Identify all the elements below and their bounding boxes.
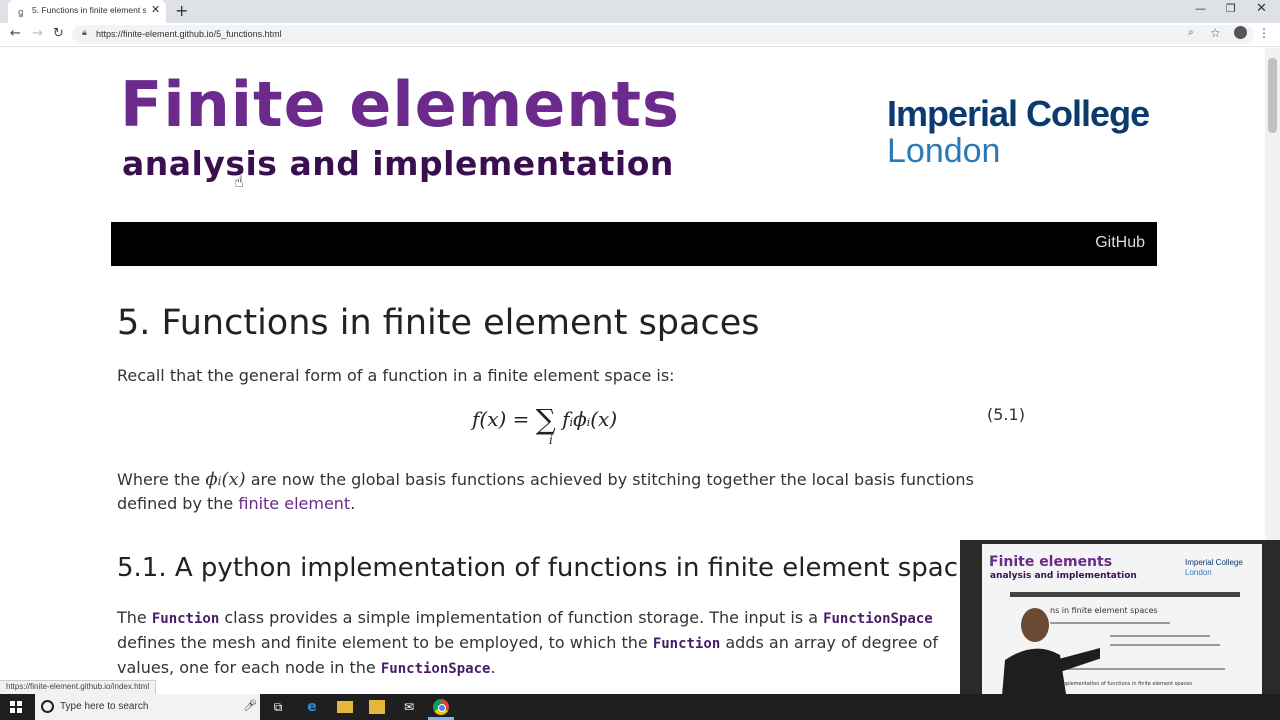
- code-function[interactable]: Function: [152, 611, 219, 627]
- taskbar-search-box[interactable]: Type here to search 🎤︎: [35, 694, 260, 720]
- bookmark-star-icon[interactable]: ☆: [1210, 26, 1221, 40]
- profile-icon[interactable]: [1234, 26, 1247, 39]
- hand-cursor-icon: ☝: [234, 172, 244, 191]
- windows-taskbar: Type here to search 🎤︎ ⧉ e ✉: [0, 694, 1280, 720]
- equation: f(x) = ∑ fiϕi(x): [472, 403, 618, 436]
- file-explorer-icon[interactable]: [337, 701, 353, 713]
- link-status-bar: https://finite-element.github.io/index.h…: [0, 680, 157, 694]
- chrome-icon[interactable]: [433, 699, 449, 715]
- task-view-icon[interactable]: ⧉: [270, 699, 286, 715]
- browser-tab[interactable]: ꬶ 5. Functions in finite element spa ✕: [8, 0, 166, 23]
- imperial-logo-line1[interactable]: Imperial College: [887, 93, 1150, 135]
- video-slide-title: Finite elements: [989, 554, 1113, 570]
- tab-bar: ꬶ 5. Functions in finite element spa ✕ +…: [0, 0, 1280, 23]
- where-line2-prefix: defined by the: [117, 494, 239, 513]
- equation-number: (5.1): [987, 405, 1025, 424]
- video-navbar: [1010, 592, 1240, 597]
- microphone-icon[interactable]: 🎤︎: [243, 699, 257, 712]
- scrollbar-thumb[interactable]: [1268, 58, 1277, 133]
- fn-line2-a: defines the mesh and finite element to b…: [117, 633, 653, 652]
- windows-start-icon[interactable]: [10, 701, 22, 713]
- new-tab-button[interactable]: +: [175, 1, 188, 20]
- close-window-icon[interactable]: ✕: [1256, 1, 1267, 16]
- fn-line1-b: class provides a simple implementation o…: [219, 608, 824, 627]
- site-logo-subtitle[interactable]: analysis and implementation: [122, 144, 674, 183]
- video-logo-line1: Imperial College: [1185, 558, 1243, 567]
- site-logo-title[interactable]: Finite elements: [120, 68, 680, 141]
- function-paragraph-line3: values, one for each node in the Functio…: [117, 658, 496, 677]
- imperial-logo-line2[interactable]: London: [887, 132, 1000, 171]
- function-paragraph-line1: The Function class provides a simple imp…: [117, 608, 933, 627]
- intro-paragraph: Recall that the general form of a functi…: [117, 366, 675, 385]
- equation-sum-index: i: [549, 433, 553, 447]
- code-functionspace[interactable]: FunctionSpace: [381, 661, 491, 677]
- url-text[interactable]: https://finite-element.github.io/5_funct…: [96, 29, 282, 39]
- fn-line2-b: adds an array of degree of: [720, 633, 939, 652]
- cortana-circle-icon: [41, 700, 54, 713]
- edge-browser-icon[interactable]: e: [304, 699, 320, 715]
- fn-line1-a: The: [117, 608, 152, 627]
- where-suffix: are now the global basis functions achie…: [245, 470, 974, 489]
- github-link[interactable]: GitHub: [1095, 234, 1145, 252]
- minimize-icon[interactable]: —: [1195, 2, 1206, 15]
- back-arrow-icon[interactable]: ←: [10, 26, 21, 41]
- lecture-video-overlay: Finite elements analysis and implementat…: [960, 540, 1280, 720]
- page-favicon-icon: ꬶ: [18, 8, 24, 18]
- restore-icon[interactable]: ❐: [1226, 2, 1236, 15]
- reload-icon[interactable]: ↻: [53, 26, 64, 41]
- address-bar: ← → ↻ 🔒︎ https://finite-element.github.i…: [0, 23, 1280, 47]
- page-title: 5. Functions in finite element spaces: [117, 303, 760, 343]
- code-functionspace[interactable]: FunctionSpace: [823, 611, 933, 627]
- taskbar-search-placeholder: Type here to search: [60, 701, 149, 712]
- code-function[interactable]: Function: [653, 636, 720, 652]
- function-paragraph-line2: defines the mesh and finite element to b…: [117, 633, 938, 652]
- where-paragraph-line1: Where the ϕi(x) are now the global basis…: [117, 469, 974, 490]
- close-tab-icon[interactable]: ✕: [151, 3, 160, 16]
- video-slide-subtitle: analysis and implementation: [990, 571, 1137, 581]
- video-text-line: [1110, 644, 1220, 646]
- site-navbar: GitHub: [111, 222, 1157, 266]
- section-heading: 5.1. A python implementation of function…: [117, 553, 959, 583]
- fn-line3-b: .: [490, 658, 496, 677]
- zoom-icon[interactable]: ⌕: [1188, 27, 1194, 38]
- store-icon[interactable]: [369, 700, 385, 714]
- tab-title: 5. Functions in finite element spa: [32, 5, 146, 15]
- finite-element-link[interactable]: finite element: [238, 494, 350, 513]
- url-field[interactable]: 🔒︎ https://finite-element.github.io/5_fu…: [72, 25, 1254, 44]
- video-text-line: [1110, 635, 1210, 637]
- forward-arrow-icon[interactable]: →: [32, 26, 43, 41]
- phi-math: ϕi(x): [205, 469, 246, 490]
- where-line2-suffix: .: [350, 494, 356, 513]
- where-paragraph-line2: defined by the finite element.: [117, 494, 355, 513]
- mail-icon[interactable]: ✉: [401, 699, 417, 715]
- where-prefix: Where the: [117, 470, 206, 489]
- video-logo-line2: London: [1185, 568, 1212, 577]
- fn-line3-a: values, one for each node in the: [117, 658, 381, 677]
- menu-kebab-icon[interactable]: ⋮: [1258, 26, 1270, 40]
- lock-icon: 🔒︎: [82, 28, 87, 38]
